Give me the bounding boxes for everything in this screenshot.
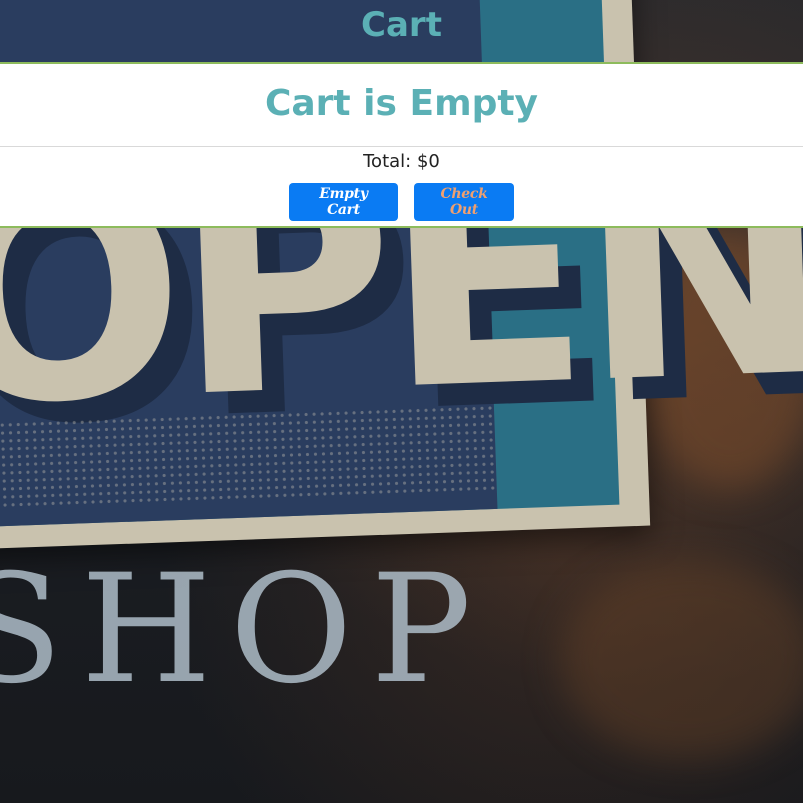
cart-status-message: Cart is Empty bbox=[0, 64, 803, 147]
open-sign-dot-pattern bbox=[0, 403, 497, 513]
shop-window-lettering: SHOP bbox=[0, 543, 490, 717]
cart-total: Total: $0 bbox=[363, 151, 440, 172]
page-title: Cart bbox=[361, 5, 442, 45]
empty-cart-button[interactable]: Empty Cart bbox=[289, 183, 398, 221]
cart-actions: Empty Cart Check Out bbox=[0, 183, 803, 221]
checkout-button[interactable]: Check Out bbox=[414, 183, 514, 221]
page: OPEN SHOP Cart Cart is Empty Total: $0 E… bbox=[0, 0, 803, 803]
cart-panel: Cart is Empty Total: $0 Empty Cart Check… bbox=[0, 62, 803, 228]
bokeh-light bbox=[560, 560, 803, 760]
